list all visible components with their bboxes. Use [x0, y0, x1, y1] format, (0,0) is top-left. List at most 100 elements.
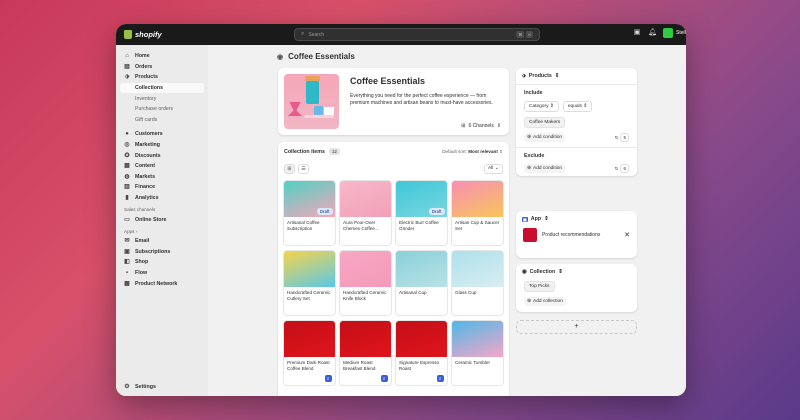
sidebar-item-label: Analytics — [135, 195, 159, 202]
sidebar-item-label: Marketing — [135, 142, 161, 149]
product-card[interactable]: Handcrafted Ceramic Knife Block — [339, 250, 392, 316]
sidebar-subitem-inventory[interactable]: Inventory — [120, 93, 204, 104]
collection-value-chip[interactable]: Top Picks — [524, 281, 555, 292]
product-card[interactable]: Artisan Cup & Saucer Set — [451, 180, 504, 246]
add-block-button[interactable]: + — [516, 320, 637, 334]
sort-value: Most relevant — [468, 149, 498, 154]
sidebar-item-orders[interactable]: ▤ Orders — [120, 62, 204, 73]
sidebar-item-label: Shop — [135, 259, 149, 266]
product-image — [340, 181, 391, 217]
shop-icon: ◧ — [124, 259, 130, 266]
product-card[interactable]: Premium Dark Roast Coffee Blend ⌕ — [283, 320, 336, 386]
product-name: Signature Espresso Roast — [399, 360, 440, 371]
product-card[interactable]: Glass Cup — [451, 250, 504, 316]
shopify-logo[interactable]: shopify — [124, 30, 162, 39]
filter-select[interactable]: All ⌄ — [484, 164, 503, 174]
search-icon[interactable]: ⌕ — [380, 375, 388, 382]
product-card[interactable]: Medium Roast Breakfast Blend ⌕ — [339, 320, 392, 386]
add-exclude-condition-button[interactable]: ⊕ Add condition — [524, 164, 566, 173]
products-rules-card: ⬗ Products ⇕ Include Category ⇕ equals ⇕… — [516, 68, 637, 176]
search-placeholder: Search — [308, 31, 325, 38]
product-card[interactable]: Ceramic Tumbler — [451, 320, 504, 386]
sidebar-item-label: Product Network — [135, 280, 178, 287]
products-card-header[interactable]: ⬗ Products ⇕ — [516, 68, 637, 79]
sidebar-item-marketing[interactable]: ◎ Marketing — [120, 140, 204, 151]
collection-title[interactable]: Coffee Essentials — [350, 76, 425, 86]
sidebar-item-flow[interactable]: ▪ Flow — [120, 268, 204, 279]
collection-card-header[interactable]: ◉ Collection ⇕ — [516, 264, 637, 275]
product-card[interactable]: Draft Artisanal Coffee Subscription — [283, 180, 336, 246]
sidebar-item-finance[interactable]: ▥ Finance — [120, 182, 204, 193]
chevron-updown-icon: ⇕ — [499, 149, 503, 154]
add-collection-label: Add collection — [533, 299, 563, 304]
sidebar-item-content[interactable]: ▦ Content — [120, 161, 204, 172]
collection-icon: ◉ — [522, 269, 527, 275]
collection-items-card: Collection items 12 Default sort: Most r… — [278, 142, 509, 396]
product-card[interactable]: Aura Pour-Over Chemex Coffee... — [339, 180, 392, 246]
store-switcher-icon[interactable]: ▣ — [633, 29, 641, 37]
rule-value-chip[interactable]: Coffee Makers — [524, 117, 566, 128]
sidebar-item-online-store[interactable]: ▭ Online Store — [120, 214, 204, 225]
sidebar-item-subscriptions[interactable]: ▣ Subscriptions — [120, 247, 204, 258]
collection-image[interactable] — [284, 74, 339, 129]
product-image — [396, 251, 447, 287]
store-menu[interactable]: Stellar — [663, 28, 686, 38]
product-image — [284, 321, 335, 357]
sidebar-item-discounts[interactable]: ✪ Discounts — [120, 150, 204, 161]
include-match-count: ↻ 5 — [615, 133, 629, 142]
add-collection-button[interactable]: ⊕ Add collection — [524, 297, 566, 306]
discount-icon: ✪ — [124, 152, 130, 159]
rule-field-select[interactable]: Category ⇕ — [524, 101, 559, 112]
search-icon[interactable]: ⌕ — [324, 375, 332, 382]
sidebar-item-shop[interactable]: ◧ Shop — [120, 257, 204, 268]
sort-selector[interactable]: Default sort: Most relevant ⇕ — [442, 149, 503, 155]
sidebar-item-label: Home — [135, 53, 150, 60]
sidebar-item-products[interactable]: ⬗ Products — [120, 72, 204, 83]
product-name: Electric Burr Coffee Grinder — [399, 220, 439, 231]
person-icon: ● — [125, 131, 129, 138]
close-icon[interactable]: ✕ — [624, 231, 630, 239]
bell-icon[interactable]: 🔔︎ — [648, 29, 657, 37]
app-card-header[interactable]: ▣ App ⇕ — [516, 211, 637, 222]
channels-selector[interactable]: ⊞ 6 Channels ⇕ — [461, 123, 501, 129]
apps-heading[interactable]: Apps › — [120, 225, 204, 236]
sales-channels-heading[interactable]: Sales channels — [120, 203, 204, 214]
sidebar-item-customers[interactable]: ● Customers — [120, 129, 204, 140]
grid-view-icon[interactable]: ⊞ — [284, 164, 295, 174]
sidebar-item-label: Markets — [135, 173, 156, 180]
product-card[interactable]: Signature Espresso Roast ⌕ — [395, 320, 448, 386]
sidebar-item-label: Email — [135, 238, 150, 245]
email-icon: ✉ — [124, 238, 130, 245]
sidebar-item-label: Settings — [135, 383, 156, 390]
product-card[interactable]: Handcrafted Ceramic Cutlery Set — [283, 250, 336, 316]
exclude-label: Exclude — [524, 153, 545, 159]
flow-icon: ▪ — [125, 269, 129, 276]
sidebar-item-home[interactable]: ⌂ Home — [120, 51, 204, 62]
plus-circle-icon: ⊕ — [527, 135, 532, 140]
page-title: ◉ Coffee Essentials — [277, 52, 355, 61]
sidebar-item-analytics[interactable]: ▮ Analytics — [120, 193, 204, 204]
sidebar-subitem-gift-cards[interactable]: Gift cards — [120, 115, 204, 126]
product-card[interactable]: Artisanal Cup — [395, 250, 448, 316]
sidebar-subitem-collections[interactable]: Collections — [120, 82, 204, 94]
home-icon: ⌂ — [125, 53, 129, 60]
store-avatar — [663, 28, 673, 38]
app-list-item[interactable]: Product recommendations ✕ — [516, 222, 637, 248]
chevron-updown-icon: ⇕ — [554, 73, 560, 79]
add-condition-button[interactable]: ⊕ Add condition — [524, 133, 566, 142]
draft-badge: Draft — [316, 208, 333, 215]
rule-operator-select[interactable]: equals ⇕ — [562, 101, 593, 112]
sidebar-item-email[interactable]: ✉ Email — [120, 236, 204, 247]
refresh-icon: ↻ — [614, 165, 619, 171]
product-card[interactable]: Draft Electric Burr Coffee Grinder — [395, 180, 448, 246]
search-icon[interactable]: ⌕ — [436, 375, 444, 382]
sidebar-item-settings[interactable]: ⚙ Settings — [120, 381, 160, 392]
sidebar-subitem-purchase-orders[interactable]: Purchase orders — [120, 104, 204, 115]
search-input[interactable]: ⌕ Search ⌘ K — [294, 28, 540, 41]
sidebar-item-product-network[interactable]: ▩ Product Network — [120, 278, 204, 289]
list-view-icon[interactable]: ☰ — [298, 164, 309, 174]
chevron-updown-icon: ⇕ — [544, 216, 549, 222]
collection-description[interactable]: Everything you need for the perfect coff… — [350, 93, 500, 108]
sidebar-item-markets[interactable]: ◍ Markets — [120, 172, 204, 183]
content-icon: ▦ — [124, 163, 130, 170]
